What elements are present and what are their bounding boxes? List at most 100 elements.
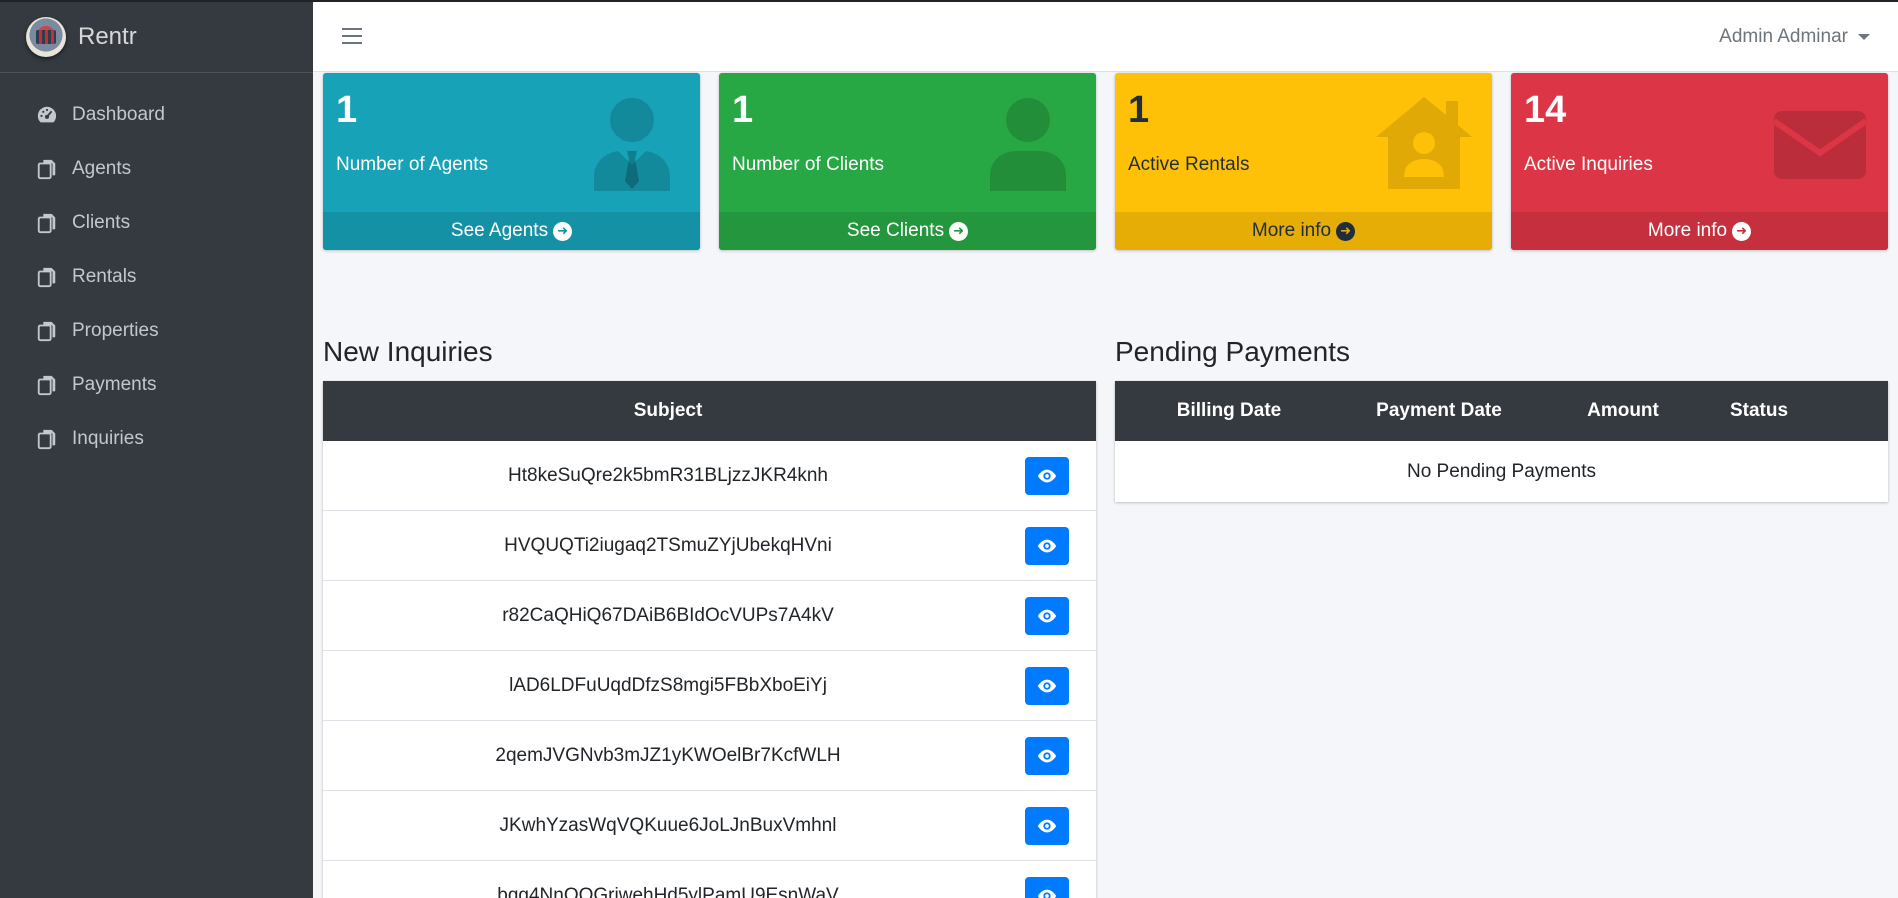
- copy-icon: [36, 320, 58, 342]
- house-user-icon: [1374, 93, 1474, 193]
- inquiries-more-info-link[interactable]: More info ➜: [1511, 212, 1888, 250]
- view-inquiry-button[interactable]: [1025, 457, 1069, 495]
- copy-icon: [36, 212, 58, 234]
- user-icon: [978, 93, 1078, 193]
- copy-icon: [36, 266, 58, 288]
- tachometer-icon: [36, 104, 58, 126]
- agents-label: Number of Agents: [336, 154, 489, 175]
- new-inquiries-table: Subject Ht8keSuQre2k5bmR31BLjzzJKR4knh HV…: [323, 381, 1096, 898]
- arrow-circle-right-icon: ➜: [553, 221, 573, 241]
- view-inquiry-button[interactable]: [1025, 527, 1069, 565]
- sidebar-item-payments[interactable]: Payments: [0, 358, 313, 412]
- table-header: Billing Date Payment Date Amount Status: [1115, 381, 1888, 441]
- sidebar-item-rentals[interactable]: Rentals: [0, 250, 313, 304]
- inquiry-subject: r82CaQHiQ67DAiB6BIdOcVUPs7A4kV: [502, 604, 834, 626]
- column-header-payment-date: Payment Date: [1376, 400, 1502, 421]
- table-row: lAD6LDFuUqdDfzS8mgi5FBbXboEiYj: [323, 651, 1096, 721]
- brand-logo: [26, 17, 66, 57]
- pending-payments-table: Billing Date Payment Date Amount Status …: [1115, 381, 1888, 502]
- see-agents-link[interactable]: See Agents ➜: [323, 212, 700, 250]
- eye-icon: [1037, 819, 1057, 833]
- copy-icon: [36, 428, 58, 450]
- inquiry-subject: JKwhYzasWqVQKuue6JoLJnBuxVmhnl: [499, 814, 837, 836]
- sidebar-item-label: Clients: [72, 212, 131, 233]
- sidebar-nav: Dashboard Agents Clients Rentals Propert…: [0, 73, 313, 466]
- agents-stat-box: 1 Number of Agents See Agents ➜: [323, 73, 700, 250]
- clients-label: Number of Clients: [732, 154, 885, 175]
- column-header-subject: Subject: [633, 400, 703, 421]
- eye-icon: [1037, 469, 1057, 483]
- sidebar-item-agents[interactable]: Agents: [0, 142, 313, 196]
- sidebar-item-inquiries[interactable]: Inquiries: [0, 412, 313, 466]
- brand-name: Rentr: [78, 23, 137, 50]
- table-row: HVQUQTi2iugaq2TSmuZYjUbekqHVni: [323, 511, 1096, 581]
- brand-link[interactable]: Rentr: [0, 2, 313, 73]
- sidebar: Rentr Dashboard Agents Clients Rentals P…: [0, 0, 313, 898]
- agents-count: 1: [336, 89, 358, 131]
- eye-icon: [1037, 609, 1057, 623]
- sidebar-item-properties[interactable]: Properties: [0, 304, 313, 358]
- view-inquiry-button[interactable]: [1025, 737, 1069, 775]
- table-header: Subject: [323, 381, 1096, 441]
- table-row: r82CaQHiQ67DAiB6BIdOcVUPs7A4kV: [323, 581, 1096, 651]
- rentals-count: 1: [1128, 89, 1150, 131]
- rentals-more-info-link[interactable]: More info ➜: [1115, 212, 1492, 250]
- inquiry-subject: bqg4NnOOGriwehHd5ylPamU9EsnWaV: [497, 884, 839, 898]
- user-tie-icon: [582, 93, 682, 193]
- inquiry-subject: lAD6LDFuUqdDfzS8mgi5FBbXboEiYj: [509, 674, 827, 696]
- view-inquiry-button[interactable]: [1025, 877, 1069, 898]
- sidebar-item-dashboard[interactable]: Dashboard: [0, 88, 313, 142]
- sidebar-item-label: Rentals: [72, 266, 137, 287]
- new-inquiries-title: New Inquiries: [323, 336, 493, 367]
- eye-icon: [1037, 539, 1057, 553]
- column-header-amount: Amount: [1587, 400, 1659, 421]
- column-header-billing-date: Billing Date: [1176, 400, 1282, 421]
- rentals-label: Active Rentals: [1128, 154, 1250, 175]
- copy-icon: [36, 374, 58, 396]
- inquiries-count: 14: [1524, 89, 1567, 131]
- sidebar-item-label: Agents: [72, 158, 132, 179]
- see-clients-label: See Clients: [846, 220, 945, 241]
- inquiry-subject: HVQUQTi2iugaq2TSmuZYjUbekqHVni: [504, 534, 832, 556]
- clients-stat-box: 1 Number of Clients See Clients ➜: [719, 73, 1096, 250]
- inquiry-subject: Ht8keSuQre2k5bmR31BLjzzJKR4knh: [508, 464, 828, 486]
- inquiries-stat-box: 14 Active Inquiries More info ➜: [1511, 73, 1888, 250]
- menu-toggle-icon[interactable]: [342, 28, 362, 46]
- inquiries-label: Active Inquiries: [1524, 154, 1653, 175]
- pending-payments-title: Pending Payments: [1115, 336, 1351, 367]
- see-clients-link[interactable]: See Clients ➜: [719, 212, 1096, 250]
- eye-icon: [1037, 679, 1057, 693]
- eye-icon: [1037, 749, 1057, 763]
- view-inquiry-button[interactable]: [1025, 597, 1069, 635]
- table-row: bqg4NnOOGriwehHd5ylPamU9EsnWaV: [323, 861, 1096, 898]
- user-dropdown[interactable]: Admin Adminar: [1719, 26, 1870, 48]
- topbar: Admin Adminar: [313, 0, 1898, 72]
- inquiries-more-info-label: More info: [1647, 220, 1728, 241]
- clients-count: 1: [732, 89, 754, 131]
- table-body: Ht8keSuQre2k5bmR31BLjzzJKR4knh HVQUQTi2iu…: [323, 441, 1096, 898]
- envelope-icon: [1770, 93, 1870, 193]
- copy-icon: [36, 158, 58, 180]
- table-row: 2qemJVGNvb3mJZ1yKWOelBr7KcfWLH: [323, 721, 1096, 791]
- eye-icon: [1037, 889, 1057, 898]
- view-inquiry-button[interactable]: [1025, 807, 1069, 845]
- inquiry-subject: 2qemJVGNvb3mJZ1yKWOelBr7KcfWLH: [495, 744, 841, 766]
- user-name: Admin Adminar: [1719, 26, 1848, 47]
- rentals-more-info-label: More info: [1251, 220, 1332, 241]
- arrow-circle-right-icon: ➜: [1732, 221, 1752, 241]
- arrow-circle-right-icon: ➜: [1336, 221, 1356, 241]
- view-inquiry-button[interactable]: [1025, 667, 1069, 705]
- empty-state: No Pending Payments: [1406, 460, 1597, 482]
- sidebar-item-label: Payments: [72, 374, 157, 395]
- sidebar-item-label: Inquiries: [72, 428, 144, 449]
- sidebar-item-label: Dashboard: [72, 104, 165, 125]
- column-header-status: Status: [1729, 400, 1789, 421]
- table-row: JKwhYzasWqVQKuue6JoLJnBuxVmhnl: [323, 791, 1096, 861]
- arrow-circle-right-icon: ➜: [949, 221, 969, 241]
- table-row: Ht8keSuQre2k5bmR31BLjzzJKR4knh: [323, 441, 1096, 511]
- rentals-stat-box: 1 Active Rentals More info ➜: [1115, 73, 1492, 250]
- sidebar-item-clients[interactable]: Clients: [0, 196, 313, 250]
- caret-down-icon: [1858, 34, 1870, 40]
- see-agents-label: See Agents: [450, 220, 549, 241]
- sidebar-item-label: Properties: [72, 320, 159, 341]
